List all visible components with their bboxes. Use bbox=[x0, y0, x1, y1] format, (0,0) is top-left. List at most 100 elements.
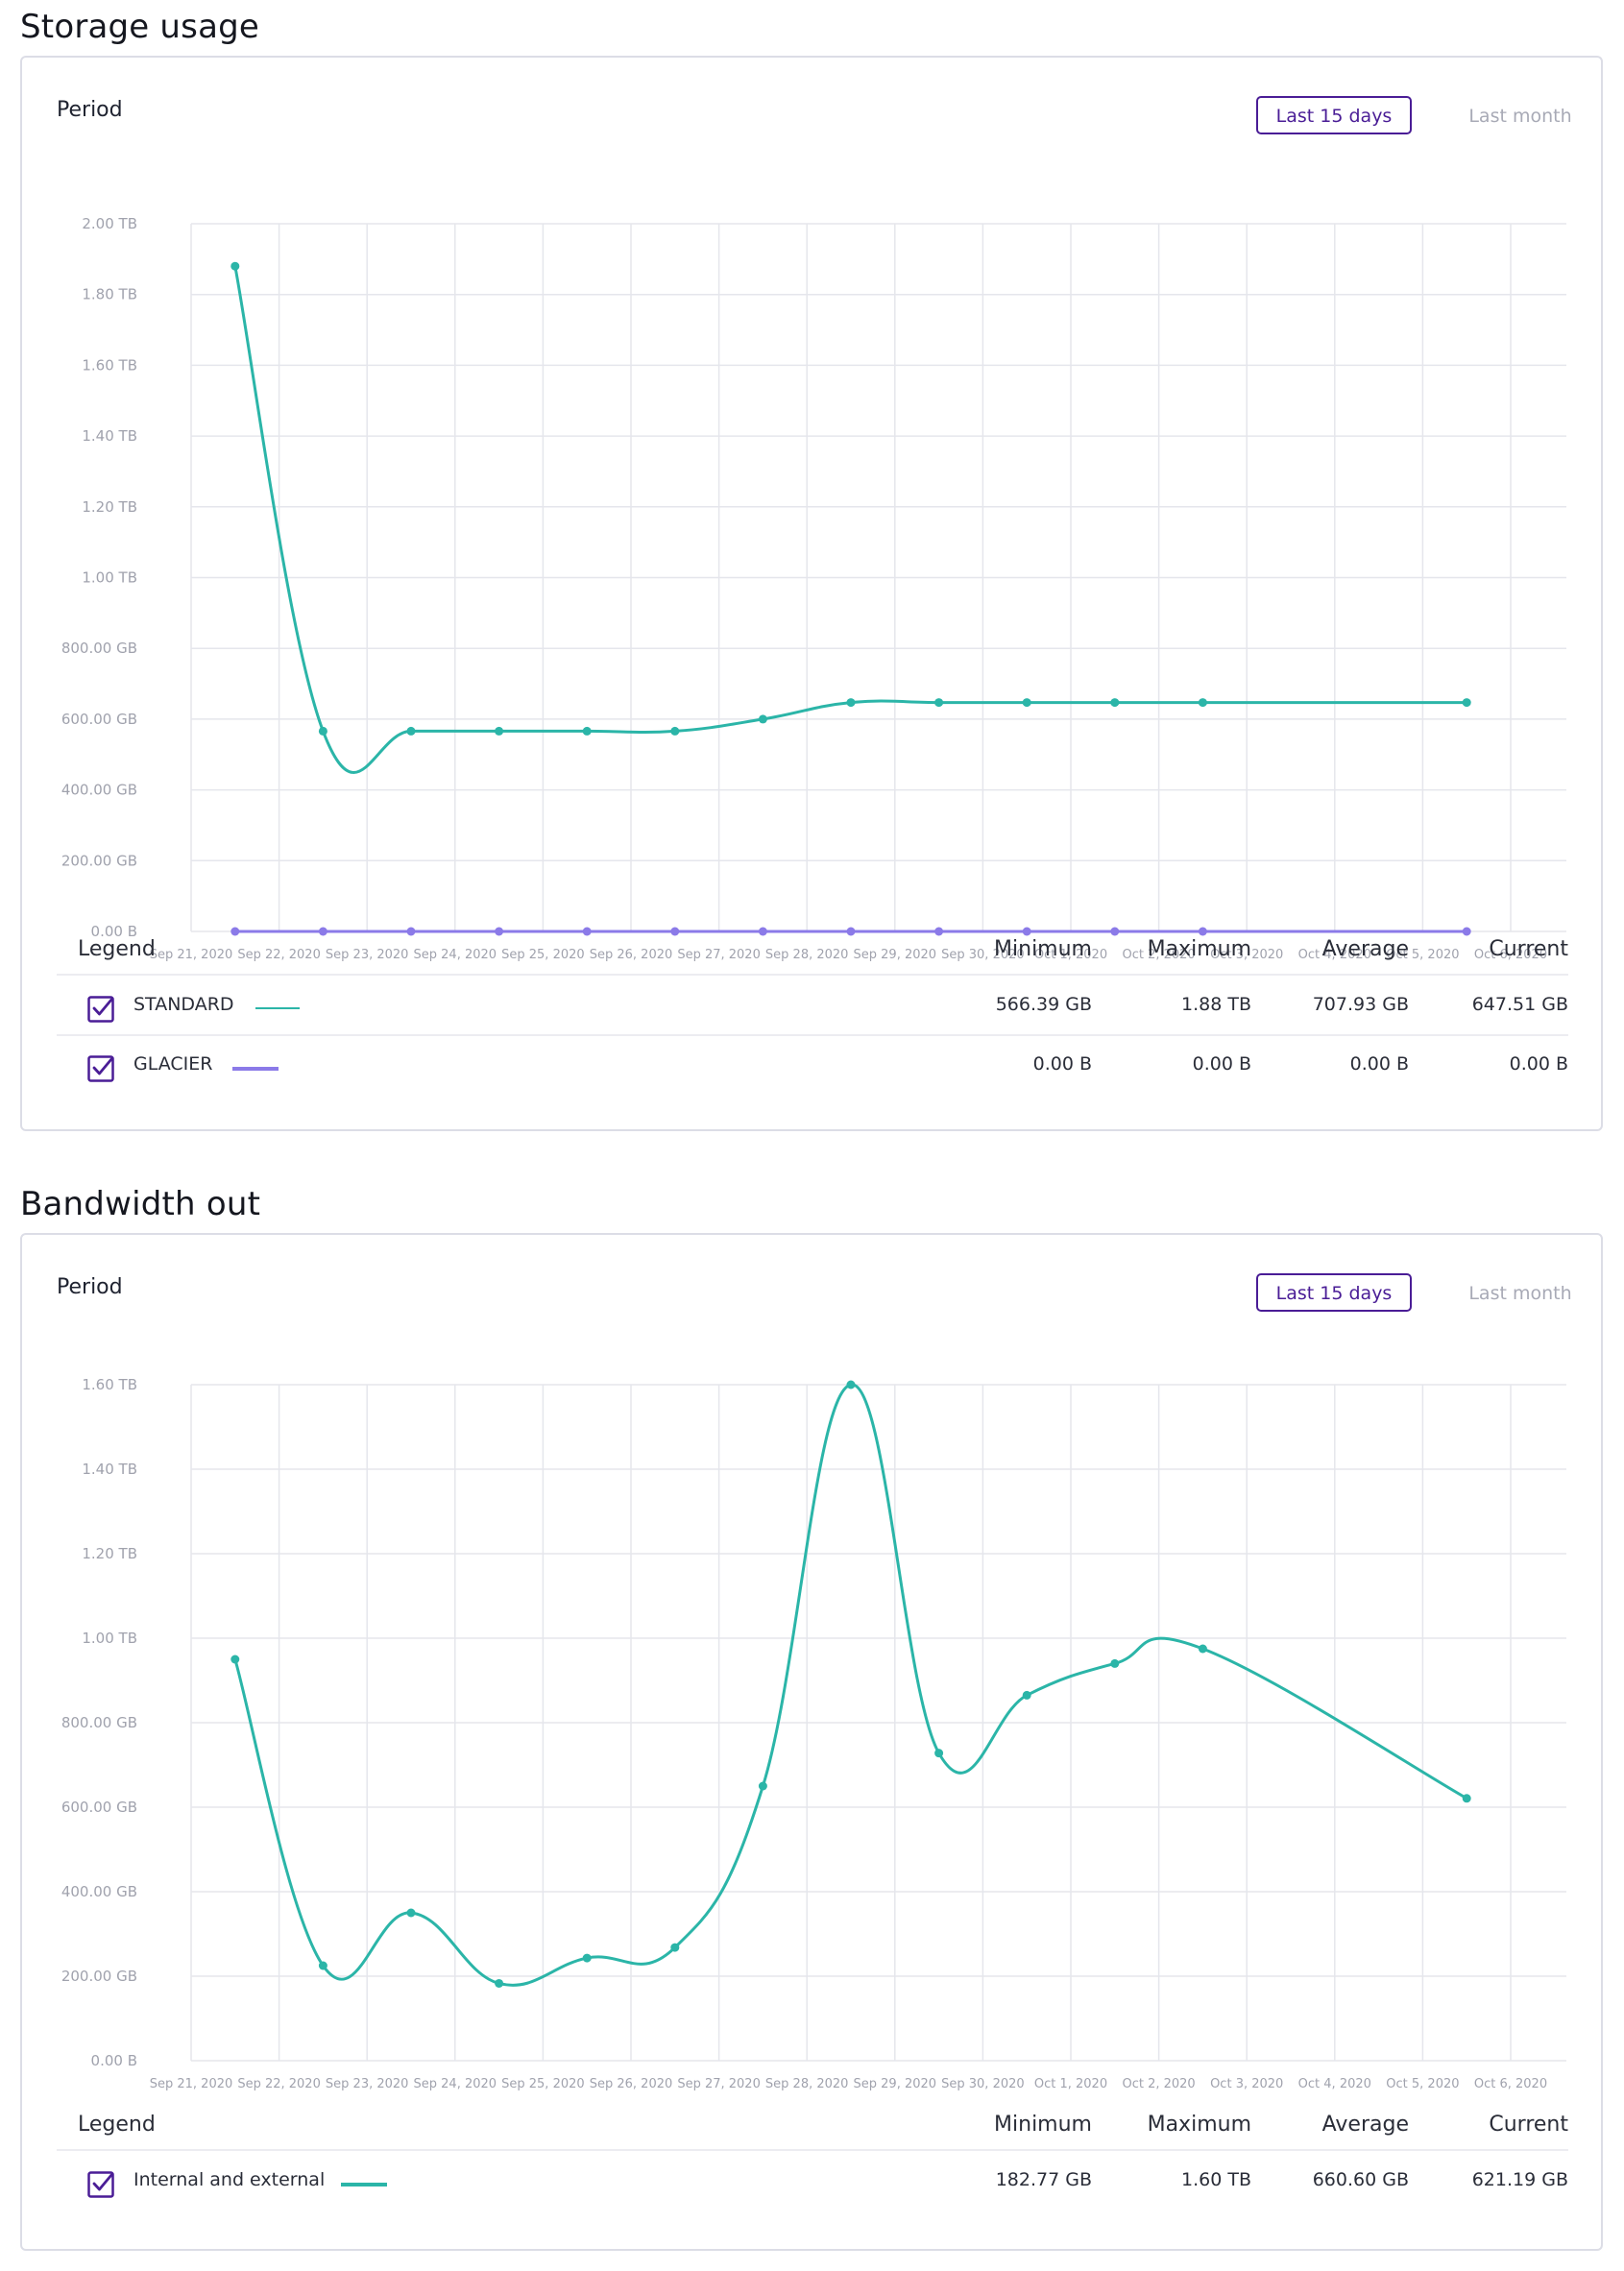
x-tick-label: Sep 21, 2020 bbox=[150, 2077, 233, 2091]
storage-legend-header: Legend Minimum Maximum Average Current bbox=[57, 931, 1568, 976]
data-point-internal-and-external[interactable] bbox=[495, 1978, 504, 1988]
bandwidth-last-15-days-button[interactable]: Last 15 days bbox=[1256, 1273, 1412, 1312]
data-point-internal-and-external[interactable] bbox=[846, 1380, 856, 1389]
legend-header-label: Legend bbox=[78, 2113, 156, 2137]
y-tick-label: 400.00 GB bbox=[61, 782, 137, 799]
data-point-internal-and-external[interactable] bbox=[670, 1943, 680, 1952]
data-point-internal-and-external[interactable] bbox=[758, 1781, 767, 1791]
data-point-standard[interactable] bbox=[495, 726, 504, 736]
y-tick-label: 800.00 GB bbox=[61, 1714, 137, 1731]
x-tick-label: Oct 5, 2020 bbox=[1386, 2077, 1459, 2091]
data-point-internal-and-external[interactable] bbox=[1022, 1690, 1031, 1700]
y-tick-label: 1.00 TB bbox=[82, 1630, 137, 1647]
data-point-standard[interactable] bbox=[1198, 698, 1207, 708]
current-header: Current bbox=[1489, 2113, 1568, 2137]
y-tick-label: 2.00 TB bbox=[82, 215, 137, 232]
data-point-standard[interactable] bbox=[1022, 698, 1031, 708]
x-tick-label: Sep 29, 2020 bbox=[854, 2077, 937, 2091]
y-tick-label: 1.60 TB bbox=[82, 356, 137, 374]
bandwidth-legend-header: Legend Minimum Maximum Average Current bbox=[57, 2107, 1568, 2151]
standard-min: 566.39 GB bbox=[995, 994, 1092, 1015]
y-tick-label: 1.80 TB bbox=[82, 286, 137, 303]
data-point-internal-and-external[interactable] bbox=[1198, 1644, 1207, 1654]
y-tick-label: 200.00 GB bbox=[61, 852, 137, 869]
storage-last-month-button[interactable]: Last month bbox=[1434, 96, 1607, 134]
data-point-standard[interactable] bbox=[846, 698, 856, 708]
x-tick-label: Sep 22, 2020 bbox=[237, 2077, 321, 2091]
data-point-standard[interactable] bbox=[406, 726, 416, 736]
glacier-min: 0.00 B bbox=[1032, 1053, 1092, 1075]
data-point-internal-and-external[interactable] bbox=[1462, 1794, 1471, 1803]
storage-chart: 0.00 B200.00 GB400.00 GB600.00 GB800.00 … bbox=[61, 215, 1566, 962]
storage-last-15-days-button[interactable]: Last 15 days bbox=[1256, 96, 1412, 134]
x-tick-label: Oct 1, 2020 bbox=[1034, 2077, 1107, 2091]
y-tick-label: 1.40 TB bbox=[82, 427, 137, 445]
y-tick-label: 400.00 GB bbox=[61, 1883, 137, 1900]
storage-period-label: Period bbox=[57, 98, 123, 122]
data-point-standard[interactable] bbox=[758, 714, 767, 724]
data-point-internal-and-external[interactable] bbox=[582, 1953, 592, 1963]
legend-row-glacier: GLACIER 0.00 B 0.00 B 0.00 B 0.00 B bbox=[57, 1037, 1568, 1096]
y-tick-label: 1.40 TB bbox=[82, 1461, 137, 1478]
glacier-checkbox-icon[interactable] bbox=[87, 1055, 114, 1082]
data-point-internal-and-external[interactable] bbox=[406, 1908, 416, 1918]
current-header: Current bbox=[1489, 937, 1568, 961]
standard-avg: 707.93 GB bbox=[1312, 994, 1409, 1015]
x-tick-label: Sep 30, 2020 bbox=[941, 2077, 1025, 2091]
standard-max: 1.88 TB bbox=[1181, 994, 1251, 1015]
data-point-internal-and-external[interactable] bbox=[1110, 1658, 1120, 1668]
x-tick-label: Oct 3, 2020 bbox=[1210, 2077, 1283, 2091]
storage-section-title: Storage usage bbox=[20, 8, 260, 46]
chart-grid bbox=[190, 223, 1566, 932]
series-name-standard: STANDARD bbox=[133, 994, 234, 1015]
y-tick-label: 600.00 GB bbox=[61, 711, 137, 728]
series-line-internal-and-external bbox=[233, 1383, 1467, 1987]
internal-external-line-swatch bbox=[341, 2183, 387, 2186]
bandwidth-period-label: Period bbox=[57, 1275, 123, 1299]
maximum-header: Maximum bbox=[1147, 937, 1251, 961]
glacier-max: 0.00 B bbox=[1192, 1053, 1251, 1075]
data-point-internal-and-external[interactable] bbox=[934, 1749, 944, 1758]
bandwidth-last-month-button[interactable]: Last month bbox=[1434, 1273, 1607, 1312]
y-tick-label: 1.60 TB bbox=[82, 1376, 137, 1393]
y-tick-label: 0.00 B bbox=[91, 2052, 137, 2069]
bandwidth-section-title: Bandwidth out bbox=[20, 1185, 261, 1223]
storage-card: Period Last 15 days Last month 0.00 B 200… bbox=[20, 56, 1603, 1131]
series-name-glacier: GLACIER bbox=[133, 1053, 213, 1075]
standard-current: 647.51 GB bbox=[1471, 994, 1568, 1015]
data-point-standard[interactable] bbox=[1110, 698, 1120, 708]
data-point-standard[interactable] bbox=[670, 726, 680, 736]
glacier-line-swatch bbox=[232, 1067, 279, 1071]
data-point-standard[interactable] bbox=[934, 698, 944, 708]
data-point-internal-and-external[interactable] bbox=[230, 1655, 240, 1664]
bandwidth-card: Period Last 15 days Last month 0.00 B 200… bbox=[20, 1233, 1603, 2251]
internal-external-checkbox-icon[interactable] bbox=[87, 2171, 114, 2198]
data-point-standard[interactable] bbox=[230, 261, 240, 271]
glacier-current: 0.00 B bbox=[1509, 1053, 1568, 1075]
series-name-internal-external: Internal and external bbox=[133, 2169, 326, 2190]
data-point-standard[interactable] bbox=[1462, 698, 1471, 708]
x-tick-label: Sep 24, 2020 bbox=[414, 2077, 497, 2091]
y-tick-label: 600.00 GB bbox=[61, 1799, 137, 1816]
chart-grid bbox=[190, 1384, 1566, 2062]
y-tick-label: 800.00 GB bbox=[61, 640, 137, 657]
minimum-header: Minimum bbox=[994, 2113, 1092, 2137]
x-tick-label: Sep 26, 2020 bbox=[590, 2077, 673, 2091]
minimum-header: Minimum bbox=[994, 937, 1092, 961]
data-point-internal-and-external[interactable] bbox=[318, 1961, 327, 1970]
standard-line-swatch bbox=[255, 1007, 300, 1009]
x-tick-label: Oct 2, 2020 bbox=[1122, 2077, 1195, 2091]
data-point-standard[interactable] bbox=[318, 726, 327, 736]
average-header: Average bbox=[1321, 2113, 1409, 2137]
legend-row-internal-external: Internal and external 182.77 GB 1.60 TB … bbox=[57, 2153, 1568, 2211]
y-tick-label: 200.00 GB bbox=[61, 1968, 137, 1985]
x-tick-label: Sep 25, 2020 bbox=[501, 2077, 585, 2091]
internal-external-max: 1.60 TB bbox=[1181, 2169, 1251, 2190]
standard-checkbox-icon[interactable] bbox=[87, 996, 114, 1023]
x-tick-label: Sep 28, 2020 bbox=[765, 2077, 849, 2091]
x-tick-label: Sep 27, 2020 bbox=[677, 2077, 761, 2091]
legend-header-label: Legend bbox=[78, 937, 156, 961]
data-point-standard[interactable] bbox=[582, 726, 592, 736]
x-tick-label: Sep 23, 2020 bbox=[326, 2077, 409, 2091]
bandwidth-chart: 0.00 B 200.00 GB 400.00 GB 600.00 GB 800.00 … bbox=[61, 1376, 1566, 2091]
